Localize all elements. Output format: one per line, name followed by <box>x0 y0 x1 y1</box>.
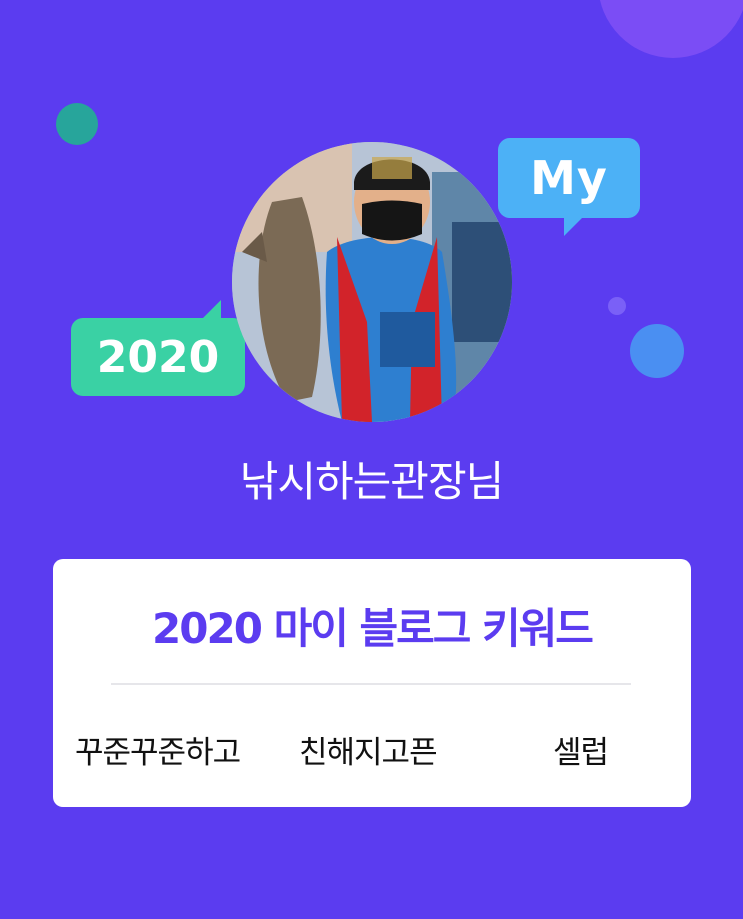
my-bubble-label: My <box>530 151 608 205</box>
keyword-card: 2020 마이 블로그 키워드 꾸준꾸준하고 친해지고픈 셀럽 <box>53 559 691 807</box>
profile-photo <box>232 142 512 422</box>
my-speech-bubble: My <box>498 138 640 236</box>
decorative-dot-teal <box>56 103 98 145</box>
decorative-dot-purple <box>608 297 626 315</box>
keyword-item: 셀럽 <box>553 735 609 771</box>
avatar[interactable] <box>232 142 512 422</box>
decorative-dot-blue <box>630 324 684 378</box>
keyword-item: 친해지고픈 <box>299 735 438 771</box>
card-title: 2020 마이 블로그 키워드 <box>152 604 594 653</box>
my-bubble-tail <box>564 216 584 236</box>
year-bubble-tail <box>201 300 221 320</box>
decorative-circle-top-right <box>598 0 743 58</box>
year-bubble-label: 2020 <box>96 331 220 383</box>
keyword-item: 꾸준꾸준하고 <box>75 735 241 771</box>
card-divider <box>111 683 631 685</box>
year-speech-bubble: 2020 <box>71 300 245 396</box>
username: 낚시하는관장님 <box>239 457 504 506</box>
